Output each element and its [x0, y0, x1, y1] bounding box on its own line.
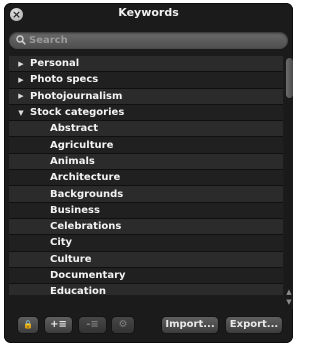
keywords-panel: × Keywords ▶ Personal ▶ Photo specs ▶ Photojo… [4, 3, 293, 343]
lock-icon: 🔒 [23, 320, 33, 329]
keyword-label: Agriculture [50, 139, 114, 151]
keyword-row[interactable]: Celebrations [9, 218, 283, 236]
keyword-label: Documentary [50, 270, 126, 281]
search-input[interactable] [29, 32, 269, 49]
gear-icon: ⚙ [118, 319, 128, 330]
keyword-label: Animals [50, 155, 95, 167]
keyword-row[interactable]: Agriculture [9, 137, 283, 154]
remove-keyword-icon: -≡ [86, 319, 99, 330]
import-button[interactable]: Import... [162, 317, 218, 333]
keyword-label: Culture [50, 253, 92, 265]
keyword-row[interactable]: Culture [9, 251, 283, 268]
search-icon [16, 35, 26, 45]
keyword-group-row[interactable]: ▶ Photojournalism [9, 88, 283, 105]
keyword-label: Celebrations [50, 221, 122, 233]
keyword-label: Backgrounds [50, 188, 124, 200]
disclosure-collapsed-icon[interactable]: ▶ [16, 76, 26, 84]
scrollbar[interactable]: ▲ ▼ [285, 56, 293, 309]
keyword-row[interactable]: Backgrounds [9, 186, 283, 203]
keyword-row[interactable]: Education [9, 284, 283, 295]
keyword-group-label: Photo specs [30, 74, 99, 86]
keyword-row[interactable]: Architecture [9, 170, 283, 187]
keyword-row[interactable]: City [9, 235, 283, 252]
keyword-group-row[interactable]: ▶ Photo specs [9, 72, 283, 89]
keyword-label: City [50, 237, 73, 249]
keyword-group-label: Personal [30, 58, 80, 70]
keyword-row[interactable]: Documentary [9, 267, 283, 285]
keyword-row[interactable]: Business [9, 202, 283, 219]
add-keyword-button[interactable]: +≡ [45, 317, 72, 333]
keyword-label: Business [50, 204, 100, 216]
keyword-group-label: Photojournalism [30, 90, 123, 102]
keyword-label: Education [50, 286, 106, 295]
scrollbar-thumb[interactable] [286, 58, 293, 98]
keyword-row[interactable]: Abstract [9, 121, 283, 138]
disclosure-collapsed-icon[interactable]: ▶ [16, 92, 26, 100]
disclosure-expanded-icon[interactable]: ▼ [16, 109, 26, 117]
disclosure-collapsed-icon[interactable]: ▶ [16, 60, 26, 68]
search-field[interactable] [9, 32, 288, 49]
window-title: Keywords [118, 6, 179, 19]
keyword-group-label: Stock categories [30, 107, 125, 119]
action-button[interactable]: ⚙ [112, 317, 134, 333]
keyword-row[interactable]: Animals [9, 153, 283, 171]
remove-keyword-button[interactable]: -≡ [79, 317, 106, 333]
keyword-list: ▶ Personal ▶ Photo specs ▶ Photojournalism ▼ St… [9, 56, 283, 295]
lock-button[interactable]: 🔒 [18, 317, 38, 333]
export-button[interactable]: Export... [226, 317, 282, 333]
scroll-down-arrow-icon[interactable]: ▼ [285, 298, 293, 306]
add-keyword-icon: +≡ [50, 319, 67, 330]
keyword-label: Architecture [50, 172, 121, 184]
keyword-label: Abstract [50, 123, 99, 135]
keyword-group-row[interactable]: ▼ Stock categories [9, 104, 283, 122]
title-bar[interactable]: × Keywords [4, 3, 293, 27]
scroll-up-arrow-icon[interactable]: ▲ [285, 288, 293, 296]
bottom-toolbar: 🔒 +≡ -≡ ⚙ Import... Export... [4, 311, 293, 343]
keyword-group-row[interactable]: ▶ Personal [9, 56, 283, 73]
